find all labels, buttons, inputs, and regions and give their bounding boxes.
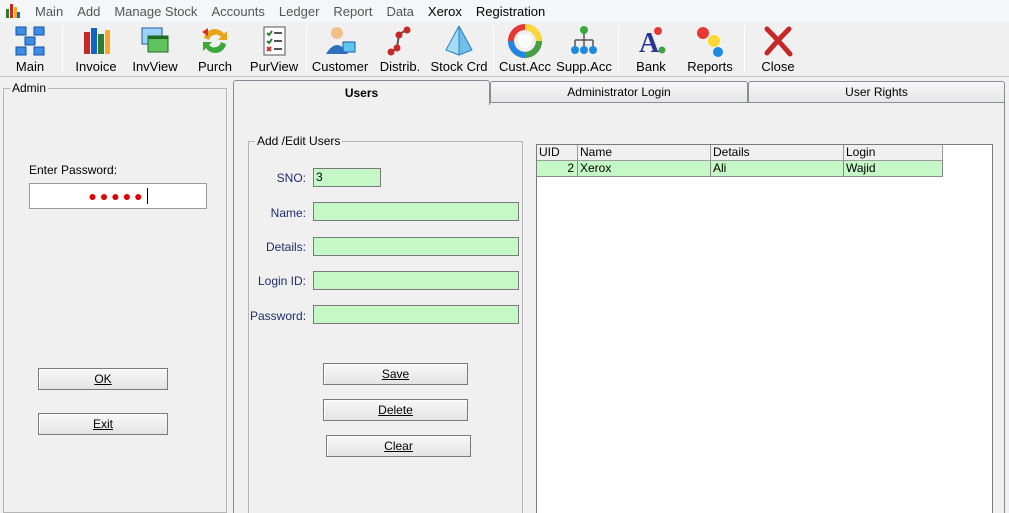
toolbar-invview-button[interactable]: InvView xyxy=(131,22,179,74)
toolbar-custacc-label: Cust.Acc xyxy=(499,59,552,74)
toolbar-close-label: Close xyxy=(761,59,795,74)
login-id-label: Login ID: xyxy=(257,274,306,288)
delete-button[interactable]: Delete xyxy=(323,399,468,421)
close-x-icon xyxy=(764,26,793,57)
grid-cell-name[interactable]: Xerox xyxy=(578,161,711,177)
toolbar-separator xyxy=(62,26,63,72)
menu-xerox[interactable]: Xerox xyxy=(421,4,469,19)
users-grid[interactable]: UID Name Details Login 2 Xerox Ali Wajid xyxy=(536,144,993,513)
sno-label: SNO: xyxy=(276,171,306,185)
password-field[interactable] xyxy=(313,305,519,324)
books-icon xyxy=(84,28,110,54)
name-field[interactable] xyxy=(313,202,519,221)
toolbar-customer-label: Customer xyxy=(311,59,369,74)
toolbar-main-button[interactable]: Main xyxy=(10,22,50,74)
toolbar-distrib-label: Distrib. xyxy=(379,59,421,74)
grid-header-name[interactable]: Name xyxy=(578,145,711,161)
password-field-label: Password: xyxy=(250,309,307,323)
menu-main[interactable]: Main xyxy=(28,4,70,19)
admin-panel: Admin Enter Password: ●●●●● OK Exit xyxy=(3,81,227,513)
toolbar-invoice-button[interactable]: Invoice xyxy=(72,22,120,74)
toolbar-distrib-button[interactable]: Distrib. xyxy=(378,22,422,74)
add-edit-users-group: Add /Edit Users xyxy=(248,134,523,513)
menu-ledger[interactable]: Ledger xyxy=(272,4,326,19)
toolbar-close-button[interactable]: Close xyxy=(758,22,798,74)
name-label: Name: xyxy=(270,206,306,220)
save-button[interactable]: Save xyxy=(323,363,468,385)
refresh-arrows-icon xyxy=(202,28,227,53)
grid-cell-details[interactable]: Ali xyxy=(711,161,844,177)
exit-button[interactable]: Exit xyxy=(38,413,168,435)
pyramid-icon xyxy=(445,25,473,56)
toolbar-separator xyxy=(306,26,307,72)
admin-panel-title: Admin xyxy=(10,81,49,95)
customer-person-icon xyxy=(326,27,356,54)
tab-user-rights[interactable]: User Rights xyxy=(748,81,1005,102)
grid-header-uid[interactable]: UID xyxy=(537,145,578,161)
app-chart-icon xyxy=(6,4,20,18)
windows-icon xyxy=(141,27,169,53)
color-wheel-icon xyxy=(508,24,542,58)
text-caret xyxy=(146,188,148,204)
reports-dots-icon xyxy=(697,27,723,57)
grid-cell-login[interactable]: Wajid xyxy=(844,161,943,177)
clear-button[interactable]: Clear xyxy=(326,435,471,457)
checklist-icon xyxy=(263,26,286,56)
toolbar-stockcrd-label: Stock Crd xyxy=(430,59,488,74)
add-edit-users-title: Add /Edit Users xyxy=(255,134,343,148)
menu-bar: Main Add Manage Stock Accounts Ledger Re… xyxy=(0,0,1009,22)
toolbar-invview-label: InvView xyxy=(132,59,178,74)
sno-field[interactable]: 3 xyxy=(313,168,381,187)
menu-accounts[interactable]: Accounts xyxy=(204,4,271,19)
password-label: Enter Password: xyxy=(29,163,118,177)
menu-data[interactable]: Data xyxy=(379,4,420,19)
toolbar-reports-label: Reports xyxy=(687,59,733,74)
tab-administrator-login[interactable]: Administrator Login xyxy=(490,81,748,102)
toolbar-separator xyxy=(618,26,619,72)
bank-letter-icon: A xyxy=(639,27,666,58)
toolbar-separator xyxy=(744,26,745,72)
details-field[interactable] xyxy=(313,237,519,256)
admin-password-input[interactable]: ●●●●● xyxy=(29,183,207,209)
toolbar-bank-button[interactable]: A Bank xyxy=(632,22,670,74)
toolbar-suppacc-label: Supp.Acc xyxy=(556,59,612,74)
toolbar-customer-button[interactable]: Customer xyxy=(311,22,369,74)
toolbar-main-label: Main xyxy=(15,59,45,74)
grid-header-details[interactable]: Details xyxy=(711,145,844,161)
grid-header-login[interactable]: Login xyxy=(844,145,943,161)
login-id-field[interactable] xyxy=(313,271,519,290)
toolbar-purview-button[interactable]: PurView xyxy=(250,22,298,74)
network-grid-icon xyxy=(15,26,45,56)
details-label: Details: xyxy=(265,240,306,254)
menu-report[interactable]: Report xyxy=(326,4,379,19)
ok-button[interactable]: OK xyxy=(38,368,168,390)
menu-manage-stock[interactable]: Manage Stock xyxy=(107,4,204,19)
toolbar-purview-label: PurView xyxy=(249,59,299,74)
tab-users[interactable]: Users xyxy=(233,80,490,105)
toolbar-bank-label: Bank xyxy=(636,59,666,74)
distribution-nodes-icon xyxy=(387,26,411,56)
toolbar-purch-label: Purch xyxy=(198,59,232,74)
grid-cell-uid[interactable]: 2 xyxy=(537,161,578,177)
toolbar-invoice-label: Invoice xyxy=(75,59,117,74)
toolbar-separator xyxy=(493,26,494,72)
toolbar-stockcrd-button[interactable]: Stock Crd xyxy=(430,22,488,74)
menu-add[interactable]: Add xyxy=(70,4,107,19)
toolbar: Main Invoice InvView Purch PurView Custo… xyxy=(0,22,1009,77)
toolbar-custacc-button[interactable]: Cust.Acc xyxy=(499,22,552,74)
password-masked-value: ●●●●● xyxy=(88,188,146,204)
toolbar-suppacc-button[interactable]: Supp.Acc xyxy=(556,22,612,74)
menu-registration[interactable]: Registration xyxy=(469,4,552,19)
network-tree-icon xyxy=(571,26,597,54)
toolbar-purch-button[interactable]: Purch xyxy=(193,22,237,74)
toolbar-reports-button[interactable]: Reports xyxy=(686,22,734,74)
